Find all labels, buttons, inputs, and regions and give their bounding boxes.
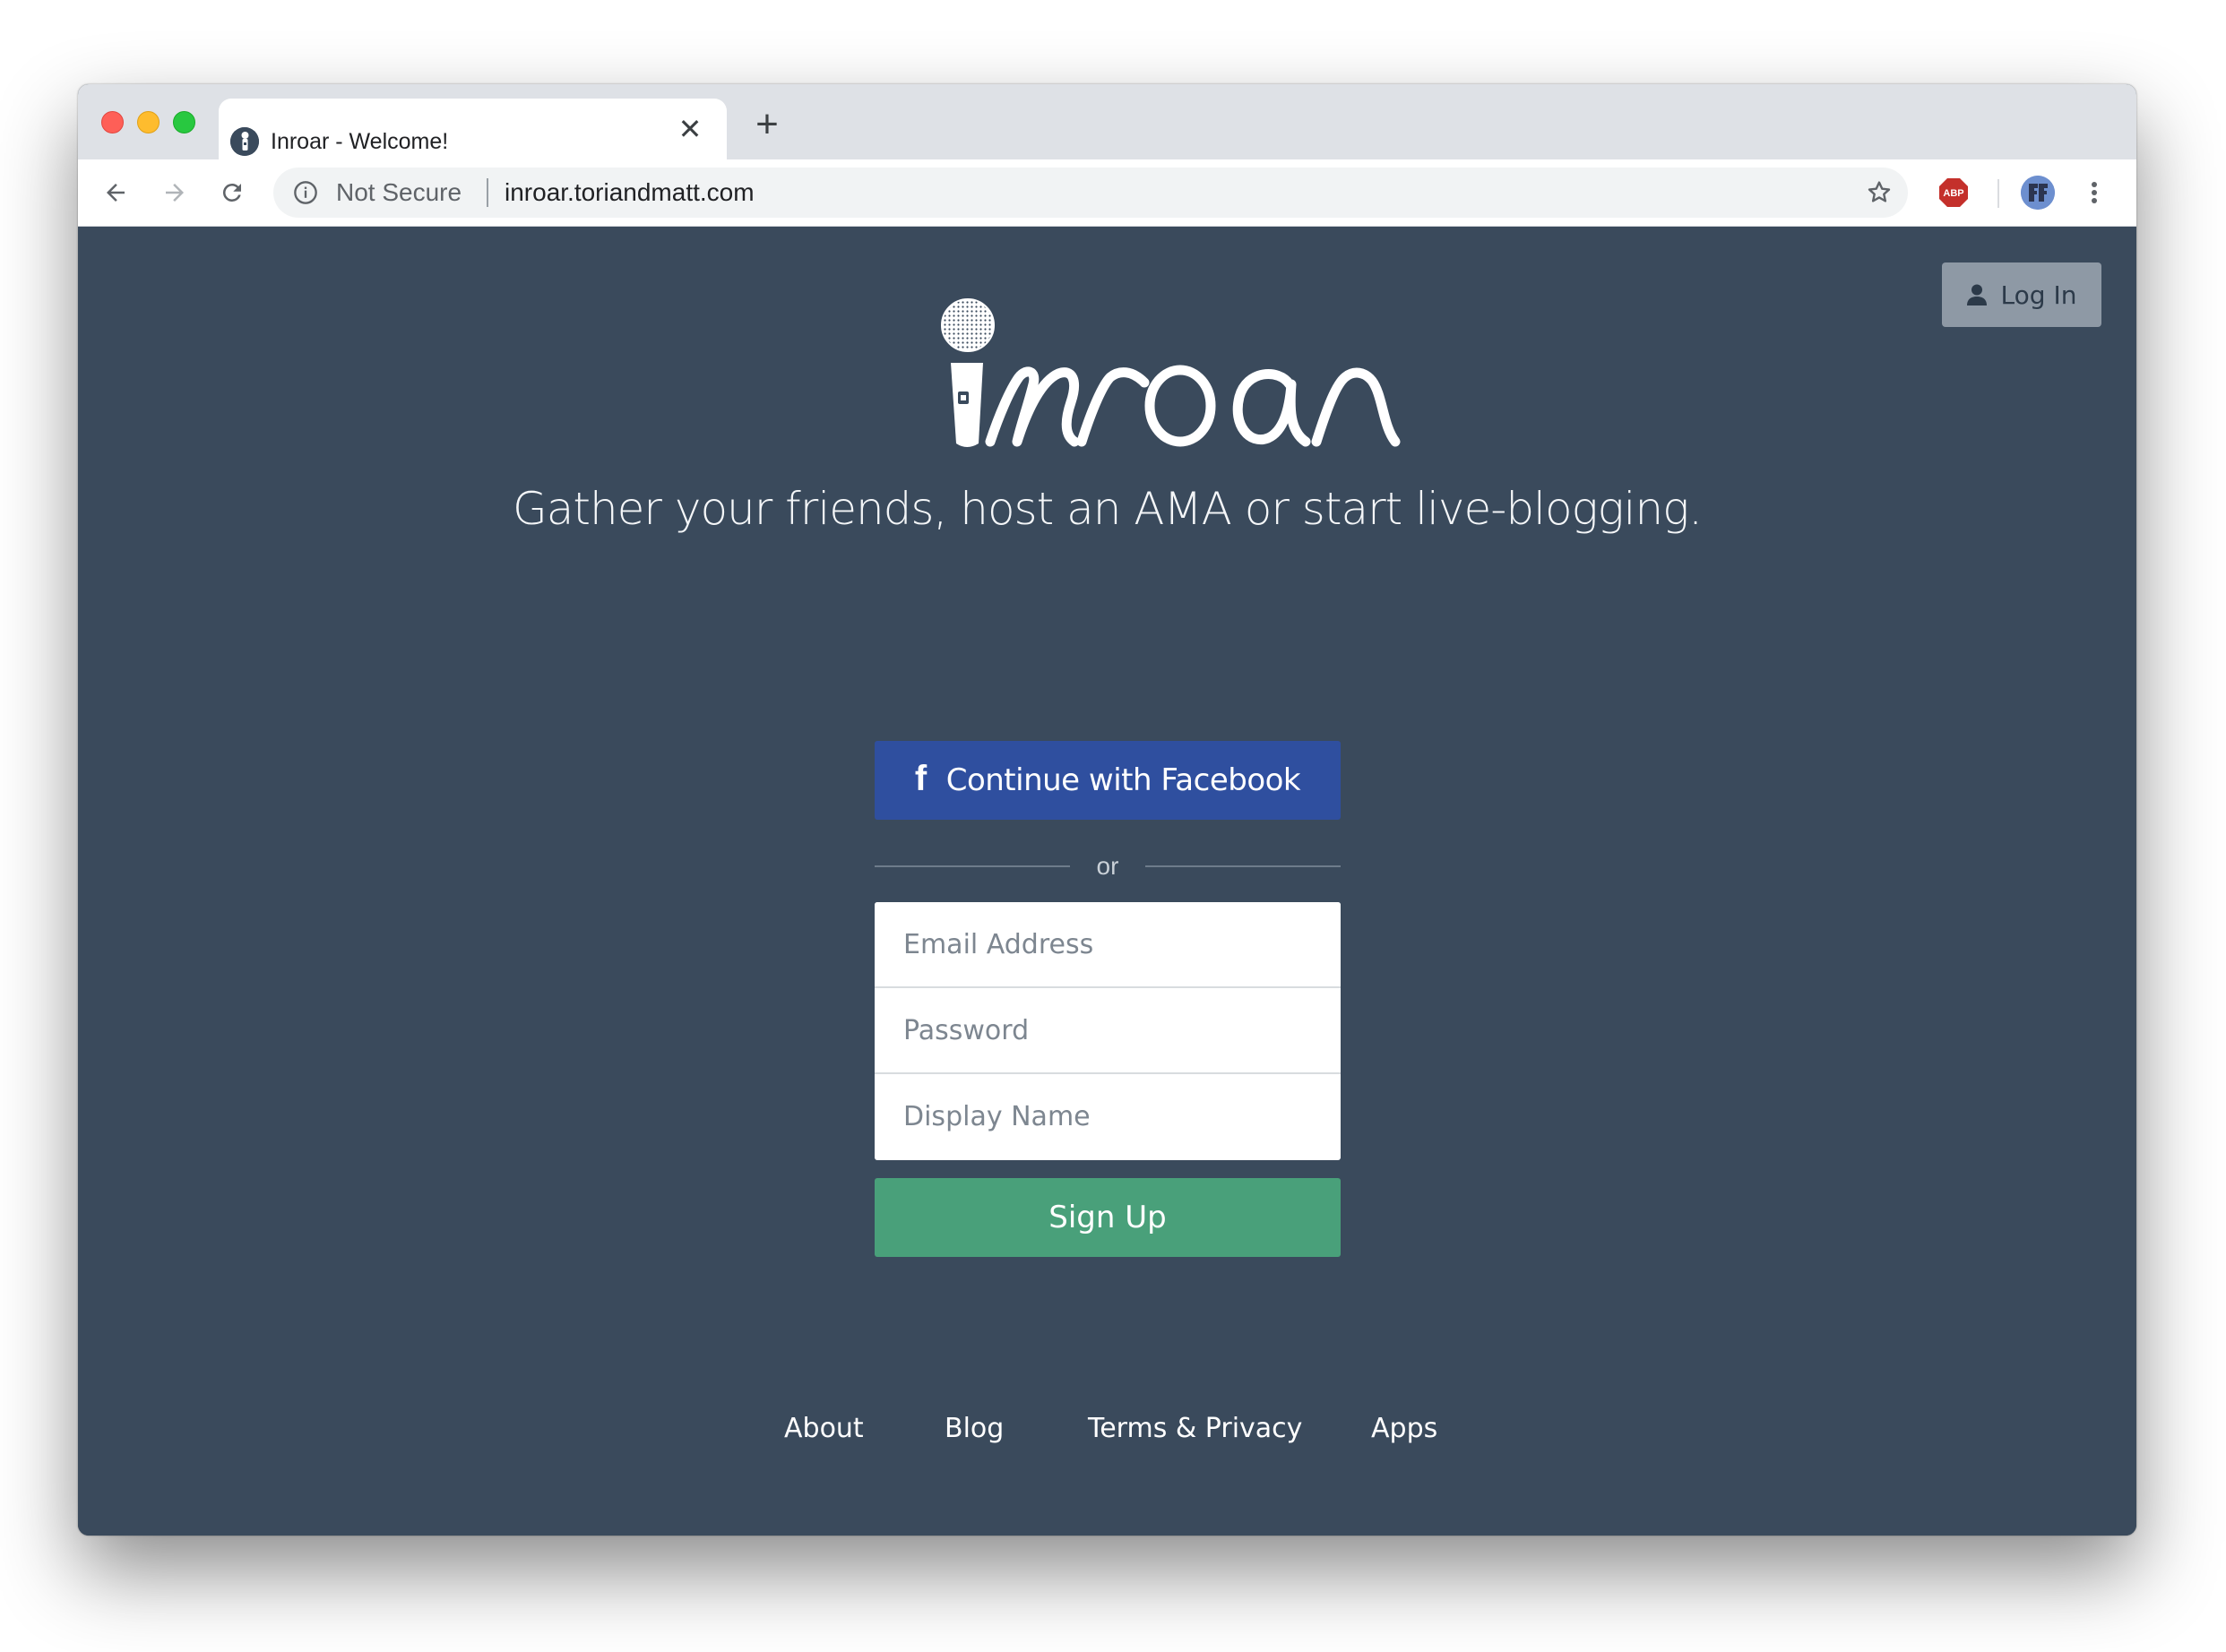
browser-window: Inroar - Welcome! ✕ + Not Secure inroar.… (78, 84, 2136, 1536)
tagline: Gather your friends, host an AMA or star… (512, 483, 1703, 535)
minimize-window-button[interactable] (137, 111, 160, 133)
maximize-window-button[interactable] (173, 111, 195, 133)
or-divider: or (875, 848, 1341, 884)
back-arrow-icon[interactable] (96, 173, 135, 212)
adblock-extension-icon[interactable]: ABP (1938, 177, 1969, 208)
close-window-button[interactable] (101, 111, 124, 133)
sign-up-button[interactable]: Sign Up (875, 1178, 1341, 1257)
bookmark-star-icon[interactable] (1865, 178, 1894, 207)
sign-up-label: Sign Up (1048, 1200, 1167, 1235)
facebook-icon: f (914, 759, 927, 798)
footer-link-apps[interactable]: Apps (1371, 1409, 1437, 1449)
info-icon[interactable] (293, 180, 318, 205)
signup-form (875, 902, 1341, 1160)
login-label: Log In (2000, 280, 2077, 310)
continue-with-facebook-button[interactable]: f Continue with Facebook (875, 741, 1341, 820)
page-content: Log In inroar Gather your friends, host … (78, 227, 2136, 1536)
forward-arrow-icon[interactable] (155, 173, 194, 212)
favicon-icon (230, 127, 259, 156)
reload-icon[interactable] (212, 173, 252, 212)
browser-tab-active[interactable]: Inroar - Welcome! ✕ (219, 99, 727, 159)
logo-text: inroar (884, 291, 887, 292)
user-icon (1966, 284, 1987, 305)
browser-toolbar: Not Secure inroar.toriandmatt.com ABP (78, 159, 2136, 227)
display-name-field[interactable] (875, 1074, 1341, 1158)
divider-line-right (1145, 865, 1341, 867)
facebook-button-label: Continue with Facebook (945, 762, 1301, 798)
security-label: Not Secure (336, 178, 462, 206)
inroar-logo: inroar (884, 291, 1401, 447)
new-tab-icon[interactable]: + (746, 104, 788, 145)
footer-nav: About Blog Terms & Privacy Apps (78, 1409, 2136, 1449)
email-field[interactable] (875, 902, 1341, 986)
address-bar[interactable]: Not Secure inroar.toriandmatt.com (273, 168, 1908, 218)
toolbar-separator (1997, 179, 1999, 208)
url-text[interactable]: inroar.toriandmatt.com (505, 179, 755, 206)
footer-link-terms-privacy[interactable]: Terms & Privacy (1088, 1409, 1302, 1449)
profile-avatar[interactable] (2021, 176, 2055, 210)
tab-title: Inroar - Welcome! (271, 129, 449, 154)
close-tab-icon[interactable]: ✕ (674, 113, 706, 145)
more-menu-icon[interactable] (2085, 176, 2103, 210)
footer-link-blog[interactable]: Blog (945, 1409, 1004, 1449)
password-field[interactable] (875, 988, 1341, 1072)
tab-strip: Inroar - Welcome! ✕ + (78, 84, 2136, 159)
login-button[interactable]: Log In (1942, 262, 2101, 327)
address-separator (487, 178, 488, 207)
footer-link-about[interactable]: About (784, 1409, 864, 1449)
svg-text:ABP: ABP (1943, 188, 1963, 199)
